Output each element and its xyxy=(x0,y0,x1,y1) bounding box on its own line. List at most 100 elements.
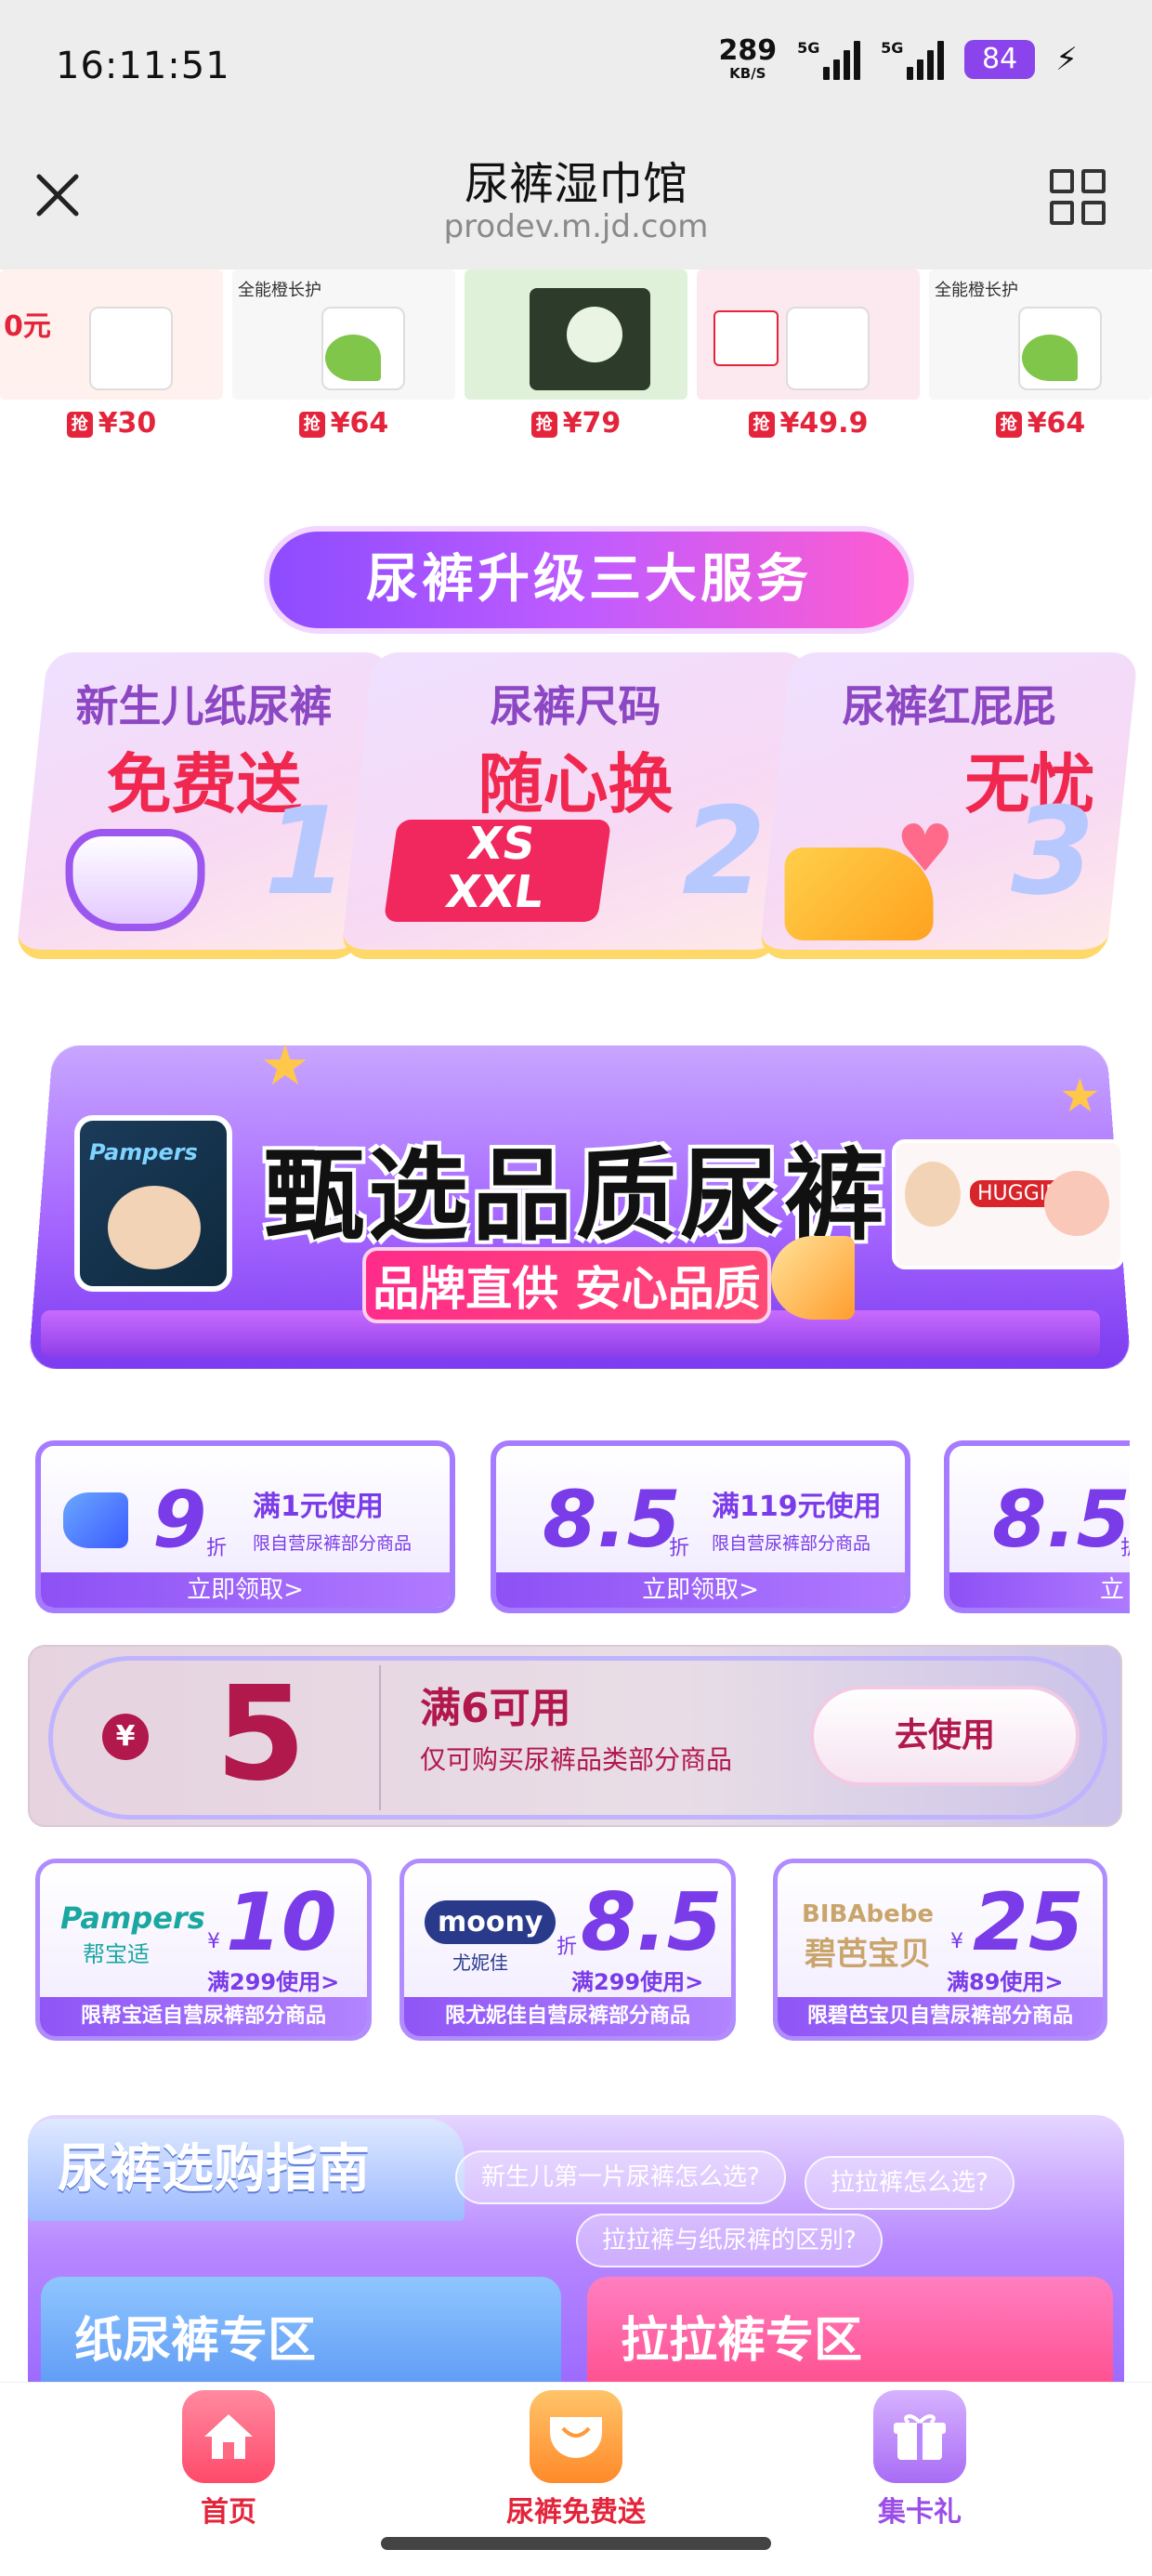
claim-button[interactable]: 立即领取> xyxy=(496,1572,905,1608)
product-strip: 0元 抢¥30 全能橙长护 抢¥64 抢¥79 抢¥49.9 全能橙长护 xyxy=(0,269,1152,465)
discount-coupon[interactable]: 9 折 满1元使用 限自营尿裤部分商品 立即领取> xyxy=(35,1440,455,1613)
zone-diaper[interactable]: 纸尿裤专区 xyxy=(41,2277,561,2388)
brand-coupon-moony[interactable]: moony 尤妮佳 折 8.5 满299使用> 限尤妮佳自营尿裤部分商品 xyxy=(399,1859,736,2041)
brand-coupon-bibabebe[interactable]: BIBAbebe 碧芭宝贝 ¥ 25 满89使用> 限碧芭宝贝自营尿裤部分商品 xyxy=(773,1859,1107,2041)
discount-coupon[interactable]: 8.5 折 立 xyxy=(944,1440,1130,1613)
coupon-limit: 限尤妮佳自营尿裤部分商品 xyxy=(404,1997,731,2036)
service-number: 2 xyxy=(682,781,766,922)
coupon-limit: 限自营尿裤部分商品 xyxy=(712,1533,871,1554)
service-line1: 新生儿纸尿裤 xyxy=(75,681,333,731)
tab-label: 尿裤免费送 xyxy=(506,2496,646,2529)
qiang-badge: 抢 xyxy=(66,412,93,438)
signal-icon-2: 5G xyxy=(881,38,945,80)
pampers-logo: Pampers 帮宝适 xyxy=(60,1900,205,1967)
tab-free-diaper[interactable]: 尿裤免费送 xyxy=(483,2390,669,2530)
coupon-value: 9 xyxy=(152,1474,207,1565)
claim-button[interactable]: 立即领取> xyxy=(41,1572,450,1608)
service-line1: 尿裤尺码 xyxy=(490,681,661,731)
coupon-limit: 仅可购买尿裤品类部分商品 xyxy=(420,1744,733,1775)
coupon-value: 8.5 xyxy=(581,1876,723,1969)
service-card-rash[interactable]: 尿裤红屁屁 无忧 ♥ 3 xyxy=(758,652,1139,959)
page-url: prodev.m.jd.com xyxy=(443,208,709,245)
product-card[interactable]: 全能橙长护 抢 ¥64 xyxy=(929,269,1152,455)
cash-coupon[interactable]: ¥ 5 满6可用 仅可购买尿裤品类部分商品 去使用 xyxy=(28,1645,1122,1827)
megaphone-icon xyxy=(63,1492,128,1548)
net-speed-value: 289 xyxy=(718,34,778,67)
tab-label: 集卡礼 xyxy=(878,2496,962,2529)
product-image: 全能橙长护 xyxy=(232,269,455,400)
page-title: 尿裤湿巾馆 xyxy=(464,158,687,210)
product-image: 全能橙长护 xyxy=(929,269,1152,400)
product-tag: 全能橙长护 xyxy=(935,281,1018,300)
battery-icon: 84 xyxy=(964,39,1036,79)
use-coupon-button[interactable]: 去使用 xyxy=(810,1686,1080,1786)
coupon-condition: 满1元使用 xyxy=(253,1491,384,1523)
service-card-free[interactable]: 新生儿纸尿裤 免费送 1 xyxy=(15,652,392,959)
coupon-unit: 折 xyxy=(669,1537,690,1560)
coupon-condition: 满299使用> xyxy=(207,1969,340,1995)
coupon-value: 8.5 xyxy=(992,1474,1130,1565)
charging-icon: ⚡ xyxy=(1055,40,1078,78)
coupon-condition: 满6可用 xyxy=(420,1685,571,1732)
product-tag: 全能橙长护 xyxy=(238,281,321,300)
product-card[interactable]: 抢 ¥49.9 xyxy=(697,269,920,455)
coupon-prefix: ¥ xyxy=(950,1930,963,1953)
coupon-limit: 限碧芭宝贝自营尿裤部分商品 xyxy=(778,1997,1103,2036)
size-exchange-icon: XS XXL xyxy=(383,818,612,922)
banner-title: 甄选品质尿裤 xyxy=(263,1138,888,1255)
product-price: 抢 ¥79 xyxy=(465,407,687,440)
coupon-prefix: 折 xyxy=(556,1936,578,1959)
guide-question[interactable]: 拉拉裤怎么选? xyxy=(805,2156,1015,2210)
net-speed-unit: KB/S xyxy=(729,65,766,82)
banner-subtitle: 品牌直供 安心品质 xyxy=(362,1247,771,1323)
product-price: 抢 ¥64 xyxy=(929,407,1152,440)
nav-header: 尿裤湿巾馆 prodev.m.jd.com xyxy=(0,139,1152,269)
home-indicator[interactable] xyxy=(381,2537,771,2550)
product-price: 抢 ¥30 xyxy=(0,407,223,440)
services-title: 尿裤升级三大服务 xyxy=(264,526,914,634)
claim-button[interactable]: 立 xyxy=(949,1572,1130,1608)
gift-icon xyxy=(873,2390,966,2483)
tab-label: 首页 xyxy=(201,2496,256,2529)
coupon-condition: 满299使用> xyxy=(571,1969,704,1995)
coupon-limit: 限帮宝适自营尿裤部分商品 xyxy=(40,1997,367,2036)
zone-pullup[interactable]: 拉拉裤专区 xyxy=(587,2277,1113,2388)
status-icons: 289 KB/S 5G 5G 84 ⚡ xyxy=(719,37,1079,81)
tab-bar: 首页 尿裤免费送 集卡礼 xyxy=(0,2382,1152,2530)
guide-question[interactable]: 新生儿第一片尿裤怎么选? xyxy=(455,2150,786,2204)
tab-card-gift[interactable]: 集卡礼 xyxy=(827,2390,1013,2530)
signal-label-2: 5G xyxy=(881,38,904,57)
status-bar: 16:11:51 289 KB/S 5G 5G 84 ⚡ xyxy=(0,0,1152,139)
net-speed: 289 KB/S xyxy=(719,37,778,81)
star-icon: ★ xyxy=(1059,1069,1101,1123)
free-badge: 0元 xyxy=(4,310,51,343)
yen-icon: ¥ xyxy=(102,1714,149,1760)
coupon-amount: 5 xyxy=(216,1659,307,1810)
megaphone-icon xyxy=(771,1236,855,1320)
product-image xyxy=(465,269,687,400)
product-card[interactable]: 抢 ¥79 xyxy=(465,269,687,455)
product-price: 抢 ¥64 xyxy=(232,407,455,440)
product-card[interactable]: 0元 抢 ¥30 xyxy=(0,269,223,455)
coupon-prefix: ¥ xyxy=(207,1930,220,1953)
service-card-size[interactable]: 尿裤尺码 随心换 XS XXL 2 xyxy=(340,652,810,959)
coupon-condition: 满119元使用 xyxy=(712,1491,882,1523)
product-price: 抢 ¥49.9 xyxy=(697,407,920,440)
service-number: 1 xyxy=(264,781,348,922)
tab-home[interactable]: 首页 xyxy=(136,2390,321,2530)
bibabebe-logo: BIBAbebe 碧芭宝贝 xyxy=(802,1900,934,1973)
heart-icon: ♥ xyxy=(896,810,955,887)
coupon-value: 25 xyxy=(973,1876,1084,1969)
coupon-unit: 折 xyxy=(206,1537,228,1560)
star-icon: ★ xyxy=(260,1033,310,1098)
signal-icon-1: 5G xyxy=(797,39,861,80)
coupon-limit: 限自营尿裤部分商品 xyxy=(253,1533,412,1554)
grid-icon[interactable] xyxy=(1050,169,1106,225)
guide-question[interactable]: 拉拉裤与纸尿裤的区别? xyxy=(576,2214,883,2267)
guide-title: 尿裤选购指南 xyxy=(28,2119,465,2221)
discount-coupon[interactable]: 8.5 折 满119元使用 限自营尿裤部分商品 立即领取> xyxy=(491,1440,910,1613)
product-image: 0元 xyxy=(0,269,223,400)
coupon-value: 10 xyxy=(226,1876,337,1969)
brand-coupon-pampers[interactable]: Pampers 帮宝适 ¥ 10 满299使用> 限帮宝适自营尿裤部分商品 xyxy=(35,1859,372,2041)
product-card[interactable]: 全能橙长护 抢 ¥64 xyxy=(232,269,455,455)
